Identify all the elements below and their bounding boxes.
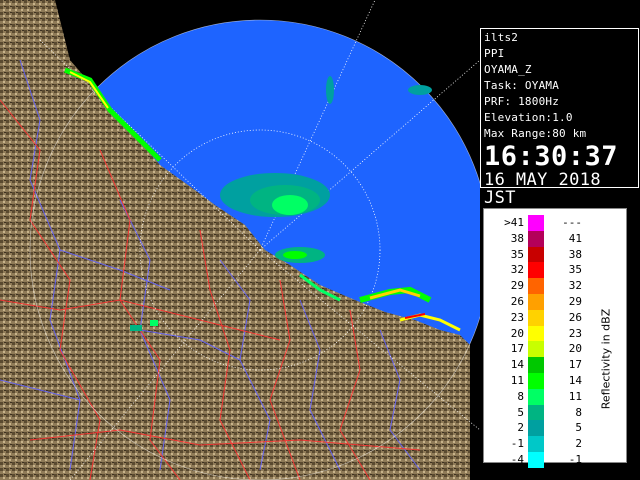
legend-color-swatch (528, 293, 544, 310)
legend-color-swatch (528, 309, 544, 326)
legend-row: 35 38 (490, 246, 586, 263)
legend-low-value: 5 (517, 405, 524, 419)
legend-high-value: 2 (575, 437, 582, 451)
legend-high-value: 41 (568, 231, 582, 245)
legend-row: 38 41 (490, 230, 586, 247)
legend-title-text: Reflectivity in dBZ (599, 308, 613, 410)
legend-high-value: 8 (575, 405, 582, 419)
legend-low-value: 23 (510, 310, 524, 324)
legend-row: 32 35 (490, 262, 586, 279)
legend-row: 11 14 (490, 372, 586, 389)
legend-high-value: 32 (568, 279, 582, 293)
legend-color-swatch (528, 357, 544, 373)
legend-low-value: 8 (517, 389, 524, 403)
legend-color-swatch (528, 388, 544, 405)
legend-low-value: >41 (504, 216, 524, 229)
observation-time: 16:30:37 (484, 141, 619, 172)
legend-row: 58 (490, 404, 586, 421)
legend-color-swatch (528, 404, 544, 421)
reflectivity-legend: >41 --- 38 41 35 38 32 35 29 32 26 29 23 26 20 23 17 20 14… (483, 208, 627, 468)
legend-high-value: 5 (575, 421, 582, 435)
legend-high-value: 11 (568, 389, 582, 403)
info-product: ilts2 (484, 31, 519, 44)
legend-high-value: 20 (568, 342, 582, 356)
legend-high-value: 29 (568, 294, 582, 308)
legend-low-value: -1 (510, 437, 524, 451)
legend-row: -1 2 (490, 436, 586, 452)
legend-low-value: 20 (510, 326, 524, 340)
legend-high-value: 38 (568, 247, 582, 261)
legend-high-value: 17 (568, 358, 582, 372)
legend-high-value: 14 (568, 373, 582, 387)
legend-title: Reflectivity in dBZ (596, 259, 616, 459)
legend-row: -4 -1 (490, 451, 586, 468)
legend-low-value: 11 (510, 373, 524, 387)
legend-color-swatch (528, 420, 544, 437)
legend-row: >41 --- (490, 215, 586, 231)
legend-row: 23 26 (490, 309, 586, 326)
legend-high-value: --- (562, 216, 582, 229)
legend-color-swatch (528, 341, 544, 358)
info-prf: PRF: 1800Hz (484, 95, 560, 108)
observation-date: 16 MAY 2018 JST (484, 170, 601, 208)
legend-color-swatch (528, 372, 544, 389)
legend-color-swatch (528, 278, 544, 294)
legend-low-value: 26 (510, 294, 524, 308)
legend-color-swatch (528, 215, 544, 231)
radar-ppi-map (0, 0, 480, 480)
radar-info-panel: ilts2 PPI OYAMA_Z Task: OYAMA PRF: 1800H… (480, 28, 639, 207)
legend-high-value: 26 (568, 310, 582, 324)
legend-color-swatch (528, 436, 544, 452)
legend-low-value: 14 (510, 358, 524, 372)
legend-row: 8 11 (490, 388, 586, 405)
legend-color-swatch (528, 246, 544, 263)
legend-rows: >41 --- 38 41 35 38 32 35 29 32 26 29 23 26 20 23 17 20 14… (490, 215, 586, 468)
legend-color-swatch (528, 325, 544, 342)
legend-row: 17 20 (490, 341, 586, 358)
legend-low-value: 38 (510, 231, 524, 245)
legend-row: 20 23 (490, 325, 586, 342)
info-task: Task: OYAMA (484, 79, 560, 92)
info-scan-type: PPI (484, 47, 505, 60)
legend-row: 14 17 (490, 357, 586, 373)
legend-row: 26 29 (490, 293, 586, 310)
legend-row: 25 (490, 420, 586, 437)
legend-high-value: 23 (568, 326, 582, 340)
legend-color-swatch (528, 262, 544, 279)
legend-low-value: 35 (510, 247, 524, 261)
legend-row: 29 32 (490, 278, 586, 294)
legend-low-value: 2 (517, 421, 524, 435)
legend-low-value: 29 (510, 279, 524, 293)
info-elevation: Elevation:1.0 (484, 111, 573, 124)
legend-high-value: -1 (568, 452, 582, 466)
legend-low-value: 32 (510, 263, 524, 277)
legend-low-value: 17 (510, 342, 524, 356)
legend-color-swatch (528, 451, 544, 468)
info-variable: OYAMA_Z (484, 63, 532, 76)
legend-color-swatch (528, 230, 544, 247)
legend-high-value: 35 (568, 263, 582, 277)
legend-low-value: -4 (510, 452, 524, 466)
info-max-range: Max Range:80 km (484, 127, 587, 140)
